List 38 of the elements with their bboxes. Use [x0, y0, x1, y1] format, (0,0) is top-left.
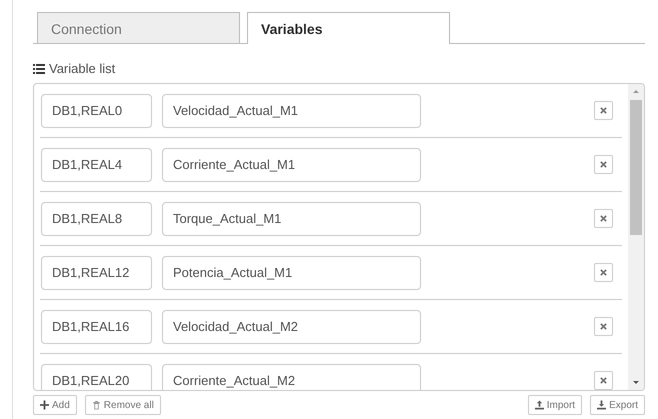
address-field[interactable]: DB1,REAL20: [41, 364, 152, 390]
close-icon: [600, 377, 607, 384]
delete-button[interactable]: [594, 371, 613, 390]
close-icon: [600, 107, 607, 114]
delete-button[interactable]: [594, 263, 613, 282]
section-title: Variable list: [49, 61, 116, 76]
address-field[interactable]: DB1,REAL16: [41, 310, 152, 344]
upload-icon: [534, 400, 544, 410]
close-icon: [600, 161, 607, 168]
close-icon: [600, 323, 607, 330]
scroll-thumb[interactable]: [630, 100, 642, 235]
list-icon: [33, 64, 45, 74]
scrollbar[interactable]: [628, 84, 644, 390]
address-field[interactable]: DB1,REAL4: [41, 148, 152, 182]
tab[interactable]: Connection: [37, 12, 240, 43]
tab[interactable]: Variables: [247, 12, 450, 44]
trash-button[interactable]: Remove all: [84, 395, 161, 415]
address-field[interactable]: DB1,REAL12: [41, 256, 152, 290]
delete-button[interactable]: [594, 209, 613, 228]
name-field[interactable]: Corriente_Actual_M1: [162, 148, 421, 182]
name-field[interactable]: Corriente_Actual_M2: [162, 364, 421, 390]
delete-button[interactable]: [594, 317, 613, 336]
download-icon: [597, 400, 606, 410]
download-button[interactable]: Export: [590, 395, 645, 415]
add-button[interactable]: Add: [33, 395, 77, 415]
trash-icon: [92, 400, 101, 410]
name-field[interactable]: Torque_Actual_M1: [162, 202, 421, 236]
close-icon: [600, 215, 607, 222]
address-field[interactable]: DB1,REAL0: [41, 94, 152, 128]
delete-button[interactable]: [594, 155, 613, 174]
name-field[interactable]: Potencia_Actual_M1: [162, 256, 421, 290]
delete-button[interactable]: [594, 101, 613, 120]
add-icon: [40, 400, 49, 410]
name-field[interactable]: Velocidad_Actual_M2: [162, 310, 421, 344]
upload-button[interactable]: Import: [528, 395, 582, 415]
name-field[interactable]: Velocidad_Actual_M1: [162, 94, 421, 128]
close-icon: [600, 269, 607, 276]
address-field[interactable]: DB1,REAL8: [41, 202, 152, 236]
